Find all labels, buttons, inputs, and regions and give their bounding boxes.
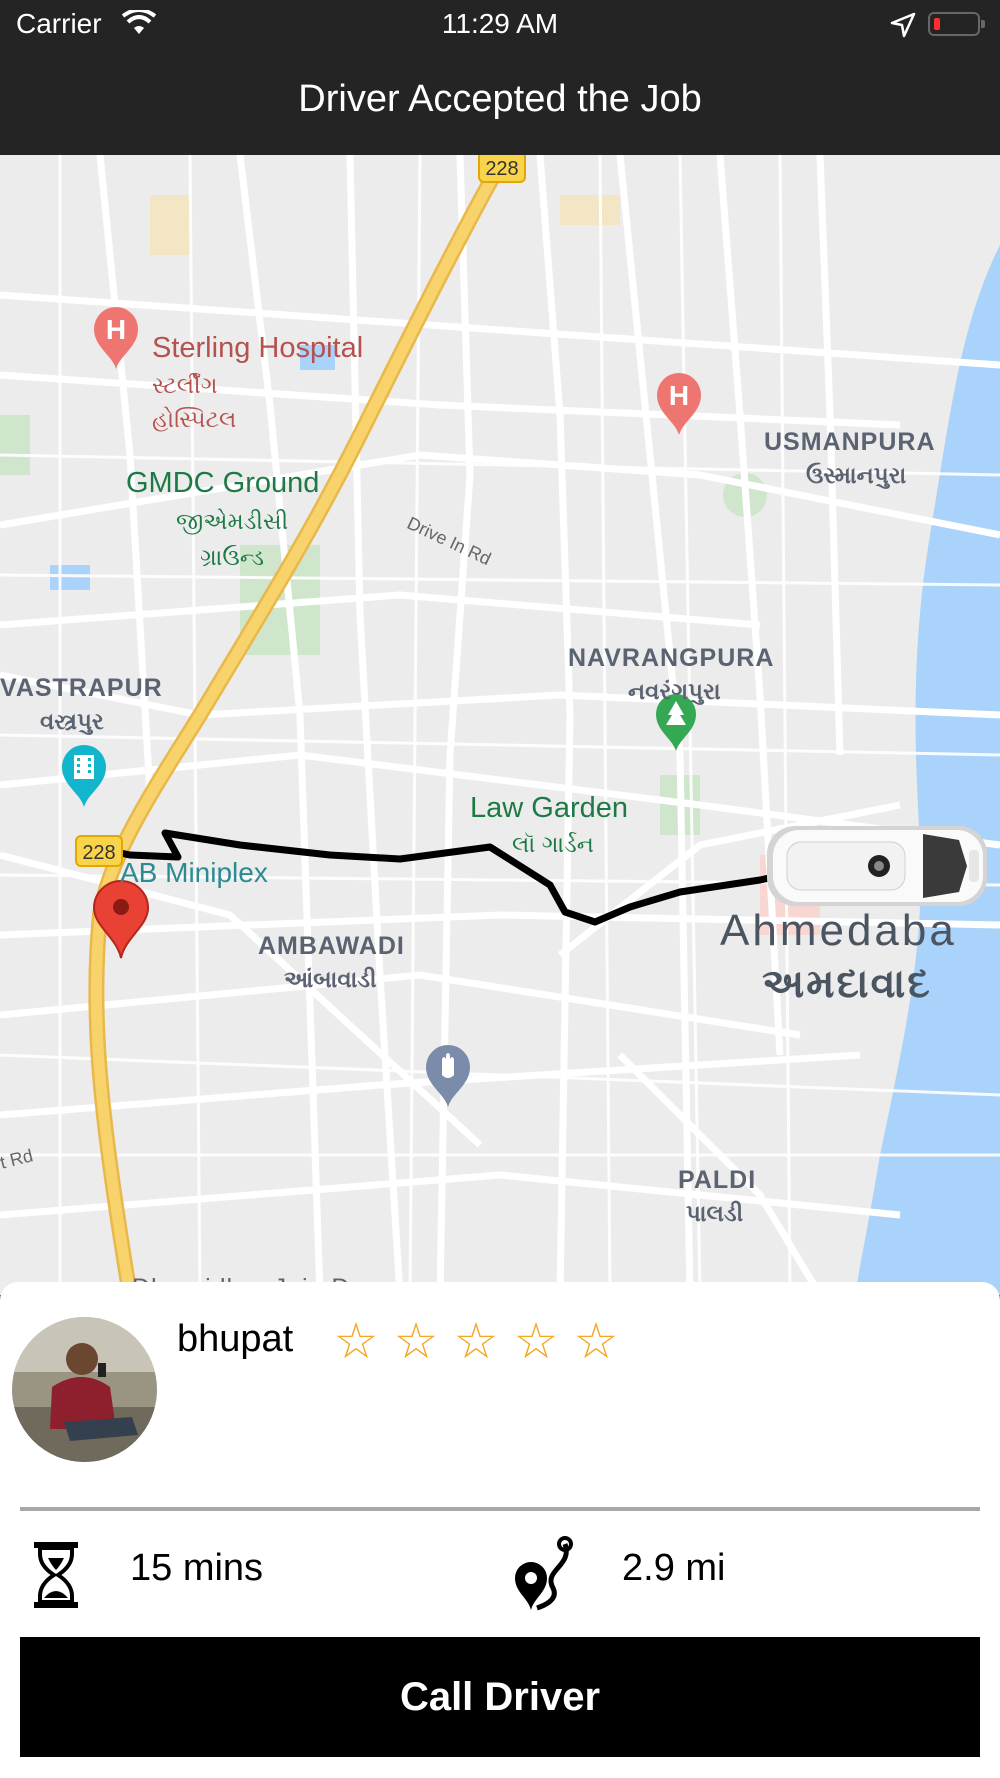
route-pin-icon — [513, 1536, 579, 1612]
poi-label: જીએમડીસી — [176, 508, 289, 534]
poi-label: સ્ટર્લીંગ — [152, 372, 218, 398]
avatar — [12, 1317, 157, 1462]
poi-label: Sterling Hospital — [152, 332, 364, 364]
area-label: USMANPURA — [764, 428, 936, 456]
star-icon: ☆ — [513, 1312, 559, 1370]
area-label: પાલડી — [686, 1200, 744, 1226]
driver-panel: bhupat ☆ ☆ ☆ ☆ ☆ 15 mins 2.9 mi Call Dri… — [0, 1282, 1000, 1778]
area-label: વસ્ત્રપુર — [40, 708, 104, 734]
svg-text:H: H — [106, 314, 126, 345]
area-label: PALDI — [678, 1166, 757, 1194]
star-icon: ☆ — [573, 1312, 619, 1370]
distance-value: 2.9 mi — [622, 1547, 726, 1589]
rating-stars: ☆ ☆ ☆ ☆ ☆ — [326, 1312, 626, 1370]
area-label: VASTRAPUR — [0, 674, 163, 702]
star-icon: ☆ — [453, 1312, 499, 1370]
driver-name: bhupat — [177, 1318, 294, 1360]
area-label: નવરંગપુરા — [628, 678, 721, 704]
star-icon: ☆ — [393, 1312, 439, 1370]
location-arrow-icon — [890, 12, 916, 45]
divider — [20, 1507, 980, 1511]
nav-bar: Driver Accepted the Job — [0, 50, 1000, 155]
poi-label: AB Miniplex — [120, 857, 268, 888]
map-roads — [0, 155, 1000, 1295]
poi-label: લૉ ગાર્ડન — [512, 831, 594, 857]
area-label: ઉસ્માનપુરા — [806, 462, 907, 488]
poi-label: GMDC Ground — [126, 467, 320, 499]
city-label: Ahmedaba — [720, 906, 957, 955]
battery-icon — [928, 12, 985, 36]
svg-text:H: H — [669, 380, 689, 411]
call-driver-button[interactable]: Call Driver — [20, 1637, 980, 1757]
map-view[interactable]: 228 228 H H Sterling Hospital સ્ટર્લીંગ … — [0, 155, 1000, 1295]
eta-value: 15 mins — [130, 1547, 264, 1589]
area-label: NAVRANGPURA — [568, 644, 775, 672]
highway-shield: 228 — [478, 155, 526, 183]
area-label: આંબાવાડી — [284, 966, 377, 992]
area-label: AMBAWADI — [258, 932, 405, 960]
hourglass-icon — [28, 1540, 84, 1610]
poi-label: ગ્રાઉન્ડ — [200, 544, 264, 570]
city-label: અમદાવાદ — [762, 962, 932, 1006]
poi-label: Law Garden — [470, 792, 628, 824]
poi-label: હોસ્પિટલ — [152, 406, 237, 432]
status-bar: Carrier 11:29 AM — [0, 0, 1000, 50]
clock: 11:29 AM — [441, 8, 559, 39]
star-icon: ☆ — [333, 1312, 379, 1370]
page-title: Driver Accepted the Job — [298, 78, 702, 120]
highway-shield: 228 — [75, 835, 123, 867]
